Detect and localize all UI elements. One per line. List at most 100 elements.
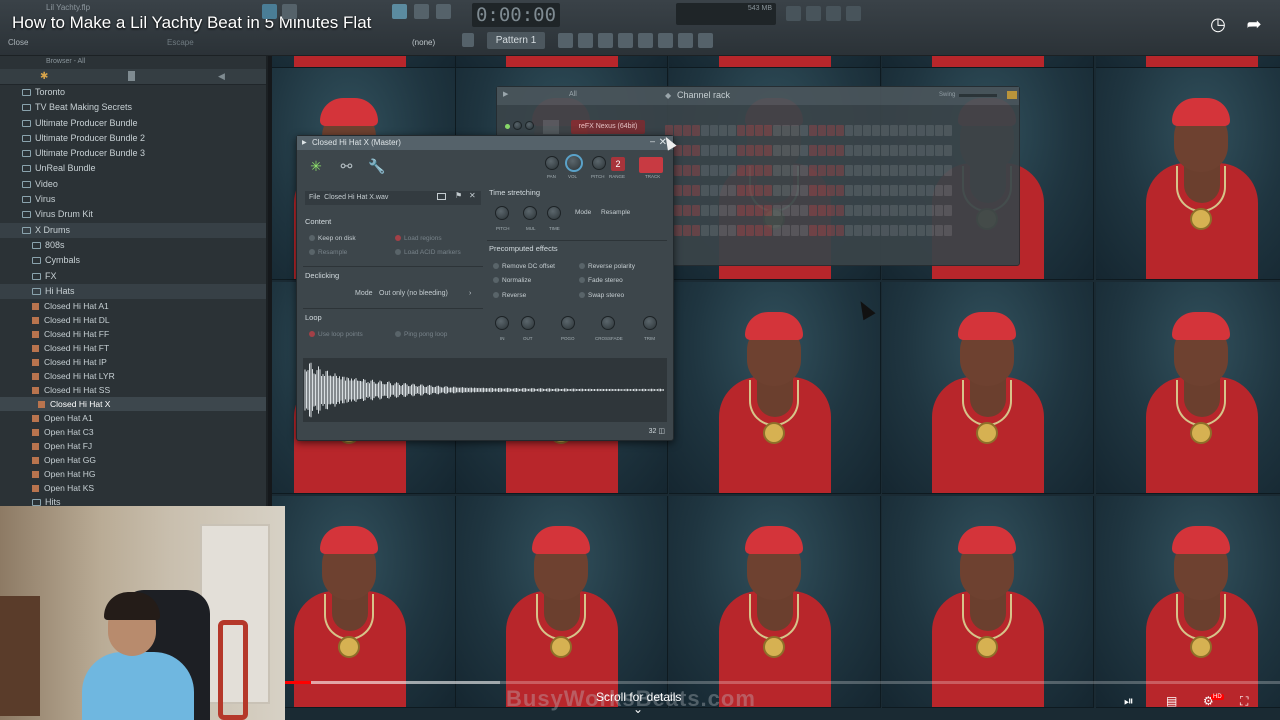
step-button[interactable]: [728, 185, 736, 196]
channel-rack-icon[interactable]: [618, 33, 633, 48]
step-button[interactable]: [926, 185, 934, 196]
step-button[interactable]: [845, 225, 853, 236]
step-button[interactable]: [845, 165, 853, 176]
step-button[interactable]: [935, 145, 943, 156]
step-button[interactable]: [701, 165, 709, 176]
declick-mode-selector[interactable]: Mode Out only (no bleeding) ›: [355, 288, 477, 300]
step-button[interactable]: [719, 205, 727, 216]
countdown-icon[interactable]: [436, 4, 451, 19]
video-title[interactable]: How to Make a Lil Yachty Beat in 5 Minut…: [12, 13, 371, 33]
help-icon[interactable]: [846, 6, 861, 21]
step-button[interactable]: [719, 125, 727, 136]
step-button[interactable]: [890, 125, 898, 136]
browser-folder[interactable]: Ultimate Producer Bundle 2: [0, 131, 266, 146]
browser-star-icon[interactable]: ✱: [40, 71, 48, 82]
step-button[interactable]: [935, 185, 943, 196]
step-button[interactable]: [827, 225, 835, 236]
step-button[interactable]: [935, 225, 943, 236]
step-button[interactable]: [818, 225, 826, 236]
pitch-knob[interactable]: [592, 156, 606, 170]
record-icon[interactable]: [262, 4, 277, 19]
channel-number[interactable]: [543, 120, 559, 134]
step-button[interactable]: [926, 165, 934, 176]
step-button[interactable]: [800, 125, 808, 136]
step-button[interactable]: [701, 145, 709, 156]
step-button[interactable]: [746, 145, 754, 156]
step-button[interactable]: [737, 125, 745, 136]
step-button[interactable]: [746, 185, 754, 196]
mixer-icon[interactable]: [638, 33, 653, 48]
step-button[interactable]: [782, 185, 790, 196]
step-button[interactable]: [773, 185, 781, 196]
step-button[interactable]: [737, 165, 745, 176]
step-button[interactable]: [692, 225, 700, 236]
step-button[interactable]: [818, 145, 826, 156]
step-button[interactable]: [728, 225, 736, 236]
step-button[interactable]: [674, 225, 682, 236]
in-knob[interactable]: [495, 316, 509, 330]
step-button[interactable]: [836, 145, 844, 156]
step-button[interactable]: [710, 165, 718, 176]
step-button[interactable]: [926, 205, 934, 216]
channel-name-button[interactable]: reFX Nexus (64bit): [571, 120, 645, 134]
step-button[interactable]: [809, 165, 817, 176]
browser-folder[interactable]: FX: [0, 269, 266, 284]
browser-folder[interactable]: TV Beat Making Secrets: [0, 100, 266, 115]
step-button[interactable]: [710, 225, 718, 236]
wait-icon[interactable]: [414, 4, 429, 19]
step-button[interactable]: [791, 205, 799, 216]
browser-file-icon[interactable]: [128, 71, 135, 81]
step-button[interactable]: [755, 145, 763, 156]
step-button[interactable]: [881, 145, 889, 156]
step-button[interactable]: [944, 145, 952, 156]
step-button[interactable]: [908, 225, 916, 236]
step-button[interactable]: [764, 185, 772, 196]
mixer-track-selector[interactable]: [639, 157, 663, 173]
remove-dc-toggle[interactable]: Remove DC offset: [493, 263, 555, 270]
clock-icon[interactable]: ◷: [1206, 12, 1230, 36]
pattern-arrow-icon[interactable]: [462, 33, 474, 47]
step-button[interactable]: [818, 165, 826, 176]
pogo-knob[interactable]: [561, 316, 575, 330]
load-regions-toggle[interactable]: Load regions: [395, 235, 442, 242]
wrench-icon[interactable]: 🔧: [366, 158, 388, 176]
step-button[interactable]: [674, 125, 682, 136]
step-button[interactable]: [872, 165, 880, 176]
pattern-selector[interactable]: Pattern 1: [487, 32, 545, 49]
step-button[interactable]: [692, 205, 700, 216]
step-button[interactable]: [890, 185, 898, 196]
step-button[interactable]: [863, 225, 871, 236]
browser-file[interactable]: Open Hat FJ: [0, 439, 266, 453]
metronome-icon[interactable]: [392, 4, 407, 19]
envelope-icon[interactable]: ⚯: [335, 158, 357, 176]
step-button[interactable]: [872, 205, 880, 216]
step-button[interactable]: [890, 165, 898, 176]
pitch-range-value[interactable]: 2: [611, 157, 625, 171]
out-knob[interactable]: [521, 316, 535, 330]
step-button[interactable]: [764, 225, 772, 236]
step-button[interactable]: [719, 185, 727, 196]
reverse-polarity-toggle[interactable]: Reverse polarity: [579, 263, 635, 270]
step-button[interactable]: [890, 225, 898, 236]
step-button[interactable]: [935, 165, 943, 176]
chevron-down-icon[interactable]: ⌄: [633, 702, 643, 716]
cpu-icon[interactable]: [786, 6, 801, 21]
step-button[interactable]: [872, 225, 880, 236]
step-button[interactable]: [908, 185, 916, 196]
step-button[interactable]: [872, 145, 880, 156]
step-button[interactable]: [737, 205, 745, 216]
step-button[interactable]: [782, 165, 790, 176]
cr-arrow-icon[interactable]: ▶: [503, 90, 508, 98]
step-button[interactable]: [809, 225, 817, 236]
browser-folder[interactable]: Cymbals: [0, 253, 266, 268]
step-button[interactable]: [800, 185, 808, 196]
touch-icon[interactable]: [698, 33, 713, 48]
step-button[interactable]: [755, 205, 763, 216]
crossfade-knob[interactable]: [601, 316, 615, 330]
step-button[interactable]: [800, 165, 808, 176]
step-button[interactable]: [944, 225, 952, 236]
step-button[interactable]: [800, 205, 808, 216]
step-button[interactable]: [863, 145, 871, 156]
step-button[interactable]: [854, 145, 862, 156]
step-button[interactable]: [737, 225, 745, 236]
